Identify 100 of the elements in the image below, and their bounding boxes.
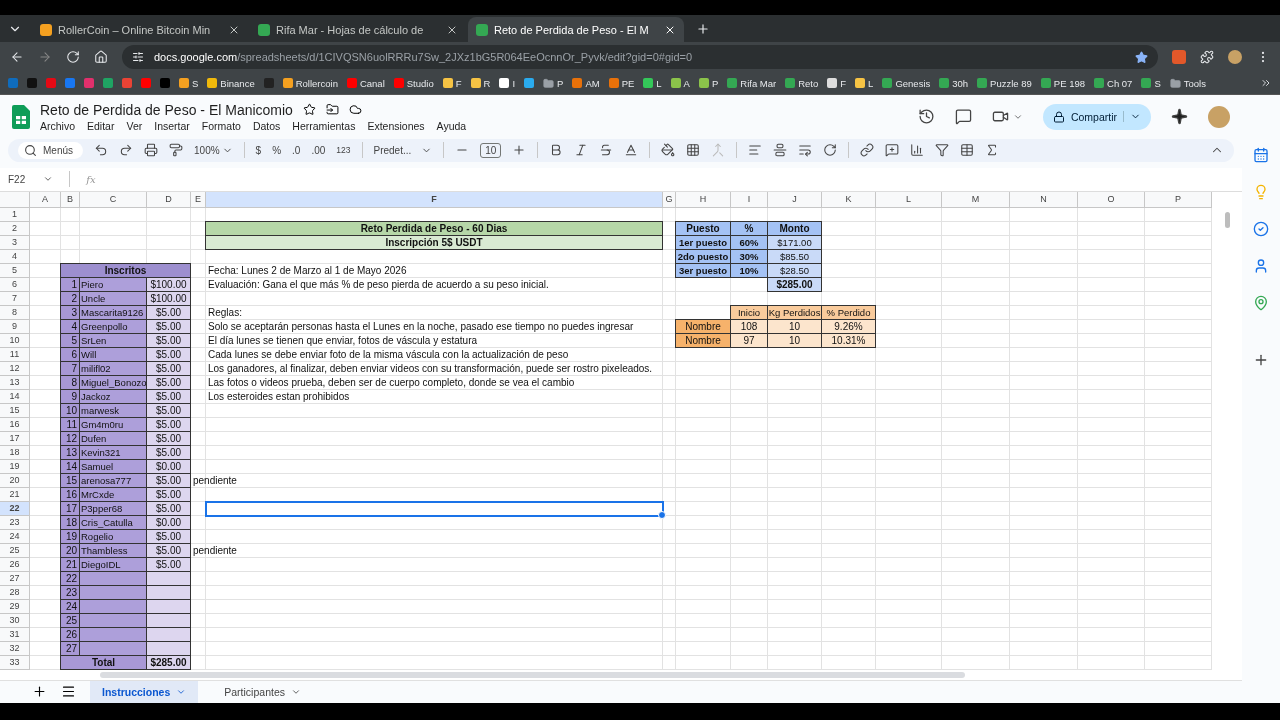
bookmark[interactable]: PE 198 — [1040, 77, 1085, 89]
add-comment-icon[interactable] — [885, 143, 900, 158]
vertical-align-icon[interactable] — [773, 143, 788, 158]
new-tab-icon[interactable] — [696, 22, 710, 36]
add-icon[interactable] — [1253, 352, 1269, 368]
bookmark[interactable]: F — [442, 77, 462, 89]
bookmark[interactable]: Canal — [346, 77, 385, 89]
currency-button[interactable]: $ — [255, 144, 262, 156]
scrollbar-thumb[interactable] — [1224, 211, 1230, 228]
menu-item[interactable]: Formato — [201, 119, 241, 132]
bookmark[interactable]: R — [470, 77, 491, 89]
wrap-icon[interactable] — [798, 143, 813, 158]
percent-button[interactable]: % — [272, 144, 282, 156]
browser-tab[interactable]: Rifa Mar - Hojas de cálculo de — [250, 17, 466, 42]
paint-format-icon[interactable] — [169, 143, 183, 158]
star-icon[interactable] — [302, 103, 316, 117]
increase-decimals-button[interactable]: .00 — [311, 144, 326, 156]
cloud-icon[interactable] — [348, 103, 362, 117]
reload-icon[interactable] — [66, 50, 80, 64]
comment-icon[interactable] — [954, 108, 972, 126]
home-icon[interactable] — [94, 50, 108, 64]
browser-tab[interactable]: RollerCoin – Online Bitcoin Min — [32, 17, 248, 42]
bookmark[interactable]: Studio — [393, 77, 434, 89]
redo-icon[interactable] — [119, 143, 133, 158]
print-icon[interactable] — [144, 143, 158, 158]
undo-icon[interactable] — [94, 143, 108, 158]
bookmark[interactable]: A — [670, 77, 690, 89]
borders-icon[interactable] — [686, 143, 701, 158]
bookmark[interactable]: Rollercoin — [282, 77, 338, 89]
sheet-tab[interactable]: Instrucciones — [90, 681, 199, 703]
font-size-field[interactable]: 10 — [480, 142, 502, 158]
menu-item[interactable]: Editar — [87, 119, 115, 132]
italic-icon[interactable] — [574, 143, 589, 158]
menu-item[interactable]: Ver — [126, 119, 143, 132]
bookmark[interactable]: F — [827, 77, 847, 89]
menu-item[interactable]: Extensiones — [367, 119, 425, 132]
bookmark[interactable]: AM — [572, 77, 600, 89]
bookmark[interactable]: I — [499, 77, 516, 89]
name-box[interactable]: F22 — [8, 173, 54, 185]
document-title[interactable]: Reto de Perdida de Peso - El Manicomio — [40, 101, 293, 118]
text-color-icon[interactable] — [624, 143, 639, 158]
caret-icon — [176, 687, 187, 697]
bookmark[interactable]: Puzzle 89 — [977, 77, 1032, 89]
move-icon[interactable] — [325, 103, 339, 117]
forward-icon[interactable] — [38, 50, 52, 64]
share-button[interactable]: Compartir — [1042, 103, 1151, 130]
extensions-icon[interactable] — [1200, 50, 1214, 64]
menu-item[interactable]: Datos — [252, 119, 281, 132]
bookmark[interactable]: Binance — [207, 77, 255, 89]
bookmark[interactable]: Genesis — [882, 77, 931, 89]
bold-icon[interactable] — [549, 143, 564, 158]
history-icon[interactable] — [917, 108, 935, 126]
bookmark[interactable]: S — [179, 77, 199, 89]
menu-item[interactable]: Insertar — [154, 119, 190, 132]
add-sheet-icon[interactable] — [32, 684, 47, 700]
bookmark[interactable]: 30h — [939, 77, 969, 89]
decrease-decimals-button[interactable]: .0 — [292, 144, 301, 156]
bookmark-star-icon[interactable] — [1135, 50, 1148, 64]
bookmark[interactable]: S — [1141, 77, 1161, 89]
zoom-select[interactable]: 100% — [194, 144, 233, 156]
bookmark[interactable]: P — [698, 77, 719, 89]
site-settings-icon[interactable] — [132, 51, 144, 63]
bookmark[interactable]: L — [643, 77, 662, 89]
tasks-icon[interactable] — [1253, 221, 1269, 237]
bookmark[interactable]: PE — [608, 77, 635, 89]
bookmark[interactable]: Ch 07 — [1094, 77, 1133, 89]
bookmark[interactable]: Rifa Mar — [727, 77, 777, 89]
all-sheets-icon[interactable] — [61, 684, 76, 700]
fill-color-icon[interactable] — [661, 143, 676, 158]
bookmark[interactable]: Reto — [785, 77, 819, 89]
info-text: Evaluación: Gana el que más % de peso pierda de acuerdo a su peso inicial. — [207, 278, 550, 292]
maps-icon[interactable] — [1253, 295, 1269, 311]
table-icon[interactable] — [960, 143, 975, 158]
chart-icon[interactable] — [910, 143, 925, 158]
contacts-icon[interactable] — [1253, 258, 1269, 274]
tab-title: Rifa Mar - Hojas de cálculo de — [276, 23, 425, 36]
more-bookmarks-icon[interactable] — [1260, 77, 1272, 89]
font-select[interactable]: Predet... — [373, 144, 433, 156]
menu-item[interactable]: Archivo — [40, 119, 75, 132]
sparkle-icon[interactable] — [1171, 108, 1188, 126]
bookmark[interactable]: Tools — [1169, 77, 1206, 89]
filter-icon[interactable] — [935, 143, 950, 158]
scrollbar-thumb[interactable] — [100, 671, 965, 678]
address-bar[interactable]: docs.google.com/spreadsheets/d/1CIVQSN6uolRRRu7Sw_2JXz1bG5R064EeOcnnOr_Pyvk/edit?gid=0#gid=0 — [122, 45, 1158, 69]
menu-item[interactable]: Ayuda — [436, 119, 467, 132]
link-icon[interactable] — [860, 143, 875, 158]
menu-search-field[interactable]: Menús — [18, 141, 83, 159]
back-icon[interactable] — [10, 50, 24, 64]
number-format-button[interactable]: 123 — [336, 145, 351, 156]
selected-cell[interactable] — [205, 500, 664, 517]
rotate-icon[interactable] — [823, 143, 838, 158]
strikethrough-icon[interactable] — [599, 143, 614, 158]
bookmark[interactable]: P — [543, 77, 564, 89]
menu-item[interactable]: Herramientas — [292, 119, 356, 132]
increase-size-icon[interactable] — [512, 143, 527, 158]
sheet-tab[interactable]: Participantes — [212, 681, 313, 703]
browser-tab[interactable]: Reto de Perdida de Peso - El M — [468, 17, 684, 42]
profile-icon[interactable] — [1228, 50, 1242, 64]
calendar-icon[interactable] — [1253, 147, 1269, 163]
bookmark[interactable]: L — [855, 77, 874, 89]
